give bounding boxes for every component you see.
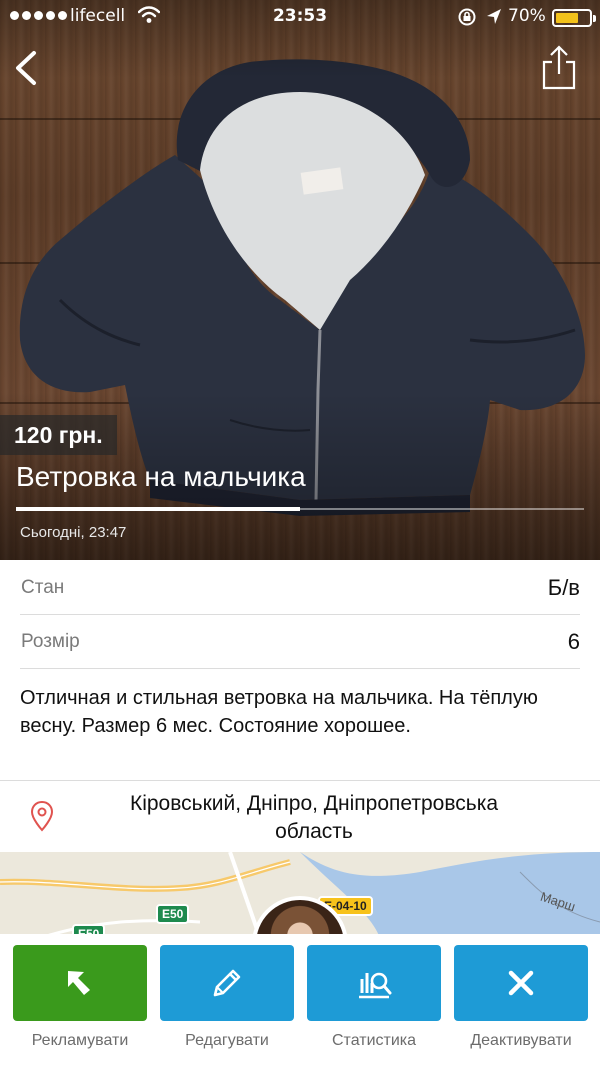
location-text: Кіровський, Дніпро, Дніпропетровська обл…	[64, 790, 564, 846]
attribute-label: Розмір	[21, 631, 80, 652]
stats-icon	[359, 972, 392, 999]
edit-label: Редагувати	[185, 1032, 269, 1049]
share-button[interactable]	[538, 44, 580, 92]
attribute-row-size: Розмір 6	[20, 615, 580, 669]
edit-button-tile[interactable]	[160, 945, 294, 1021]
attribute-row-condition: Стан Б/в	[20, 561, 580, 615]
edit-button[interactable]: Редагувати	[160, 945, 294, 1050]
statistics-label: Статистика	[331, 1032, 417, 1049]
battery-icon	[552, 9, 596, 27]
location-services-icon	[487, 9, 501, 24]
promote-button[interactable]: Рекламувати	[13, 945, 147, 1050]
listing-description: Отличная и стильная ветровка на мальчика…	[20, 687, 538, 737]
attribute-label: Стан	[21, 577, 65, 598]
rotation-lock-icon	[458, 8, 476, 26]
promote-label: Рекламувати	[31, 1032, 129, 1049]
promote-button-tile[interactable]	[13, 945, 147, 1021]
status-bar: lifecell 23:53 70%	[0, 0, 600, 34]
listing-location[interactable]: Кіровський, Дніпро, Дніпропетровська обл…	[0, 790, 600, 850]
back-button[interactable]	[8, 46, 48, 90]
location-line-1: Кіровський, Дніпро, Дніпропетровська	[129, 792, 499, 815]
attribute-value: Б/в	[547, 575, 580, 600]
statistics-button-tile[interactable]	[307, 945, 441, 1021]
action-bar: Рекламувати Редагувати Статистика Деакти…	[0, 934, 600, 1066]
deactivate-label: Деактивувати	[470, 1032, 572, 1049]
map-road-label: E50	[156, 904, 190, 924]
posted-time: Сьогодні, 23:47	[20, 524, 127, 541]
pencil-icon	[213, 969, 241, 997]
battery-percent: 70%	[508, 6, 546, 26]
listing-title: Ветровка на мальчика	[16, 461, 306, 492]
cursor-arrow-icon	[68, 971, 90, 995]
attribute-value: 6	[567, 629, 580, 654]
photo-pager-active	[16, 507, 300, 511]
deactivate-button[interactable]: Деактивувати	[454, 945, 588, 1050]
close-icon	[508, 970, 534, 996]
chevron-left-icon	[16, 51, 36, 85]
divider	[0, 780, 600, 781]
statistics-button[interactable]: Статистика	[307, 945, 441, 1050]
price-tag: 120 грн.	[0, 415, 117, 455]
photo-pager-track	[300, 508, 584, 510]
location-line-2: область	[275, 820, 353, 843]
map-pin-icon	[30, 800, 54, 832]
share-icon	[542, 45, 576, 90]
deactivate-button-tile[interactable]	[454, 945, 588, 1021]
